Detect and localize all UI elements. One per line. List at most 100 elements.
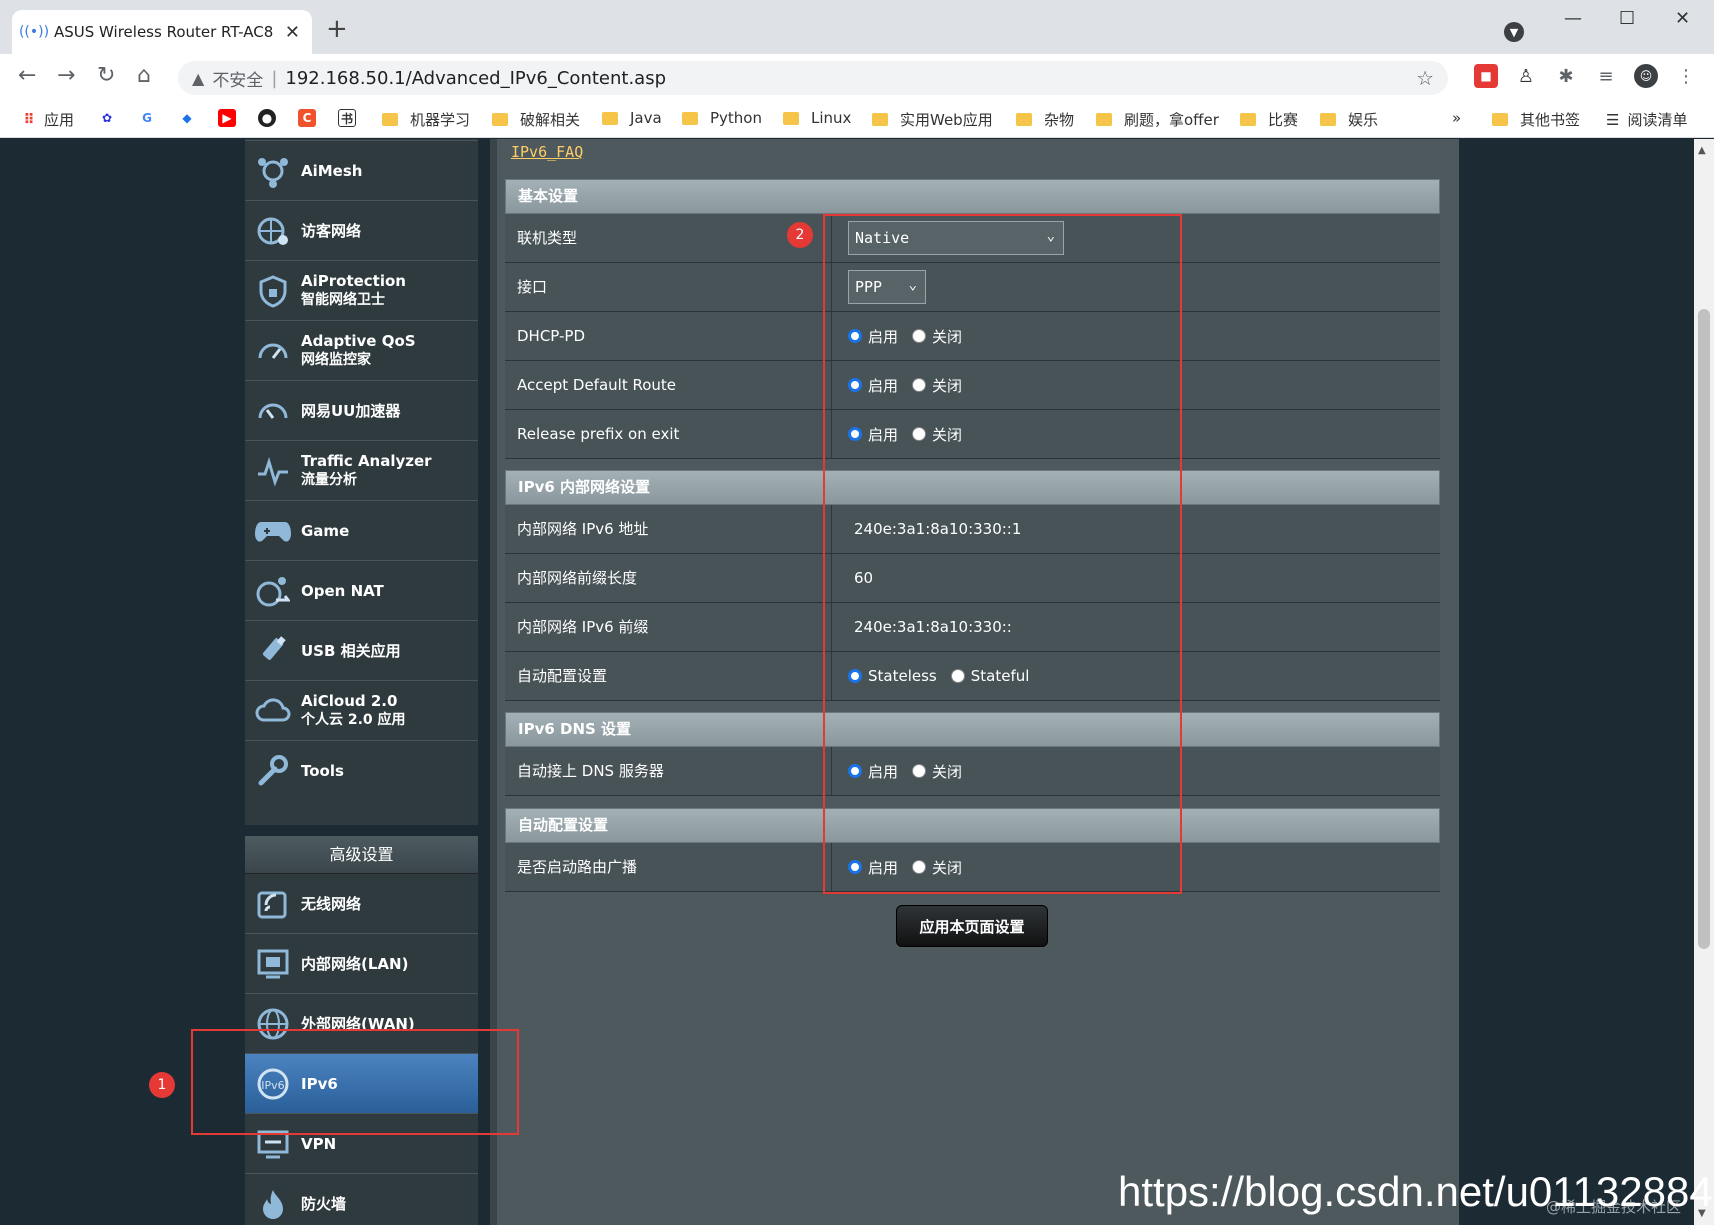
- shield-icon: [253, 271, 293, 311]
- annotation-badge-1: 1: [149, 1072, 175, 1098]
- google-icon[interactable]: G: [138, 109, 162, 127]
- menu-item-aiprotection[interactable]: AiProtection 智能网络卫士: [245, 261, 478, 321]
- youtube-icon[interactable]: ▶: [218, 109, 242, 127]
- more-bookmarks-chevron-icon[interactable]: »: [1452, 109, 1461, 127]
- field-label: Release prefix on exit: [505, 410, 832, 458]
- annotation-box-2: [823, 214, 1182, 894]
- address-bar[interactable]: ▲ 不安全 | 192.168.50.1/Advanced_IPv6_Conte…: [178, 61, 1448, 95]
- folder-icon: [492, 113, 508, 126]
- menu-item-traffic-analyzer[interactable]: Traffic Analyzer 流量分析: [245, 441, 478, 501]
- apply-settings-button[interactable]: 应用本页面设置: [896, 905, 1048, 947]
- folder-icon: [682, 111, 698, 125]
- graduation-cap-icon[interactable]: ◆: [178, 109, 202, 127]
- menu-item-lan[interactable]: 内部网络(LAN): [245, 934, 478, 994]
- bookmark-apps[interactable]: ⠿ 应用: [20, 109, 74, 130]
- tab-strip: ((•)) ASUS Wireless Router RT-AC8 ✕ + ▼ …: [0, 0, 1714, 54]
- advanced-settings-header: 高级设置: [245, 836, 478, 874]
- url-separator: |: [271, 67, 278, 89]
- menu-item-guest-network[interactable]: 访客网络: [245, 201, 478, 261]
- browser-tab[interactable]: ((•)) ASUS Wireless Router RT-AC8 ✕: [12, 10, 312, 54]
- bookmark-folder[interactable]: 比赛: [1240, 109, 1298, 130]
- watermark: https://blog.csdn.net/u011328843: [1118, 1168, 1714, 1215]
- minimize-icon[interactable]: —: [1564, 8, 1582, 29]
- ipv6-faq-link[interactable]: IPv6_FAQ: [511, 143, 583, 161]
- open-nat-icon: [253, 571, 293, 611]
- field-label: 内部网络前缀长度: [505, 554, 832, 602]
- field-label: 内部网络 IPv6 前缀: [505, 603, 832, 651]
- menu-item-usb[interactable]: USB 相关应用: [245, 621, 478, 681]
- firewall-icon: [253, 1184, 293, 1224]
- menu-item-uu-accelerator[interactable]: 网易UU加速器: [245, 381, 478, 441]
- bookmark-folder[interactable]: 破解相关: [492, 109, 580, 130]
- bookmark-folder[interactable]: Linux: [783, 109, 851, 127]
- warning-icon: ▲: [192, 68, 205, 88]
- maximize-icon[interactable]: ☐: [1619, 8, 1635, 29]
- field-label: 接口: [505, 263, 832, 311]
- folder-icon: [1016, 113, 1032, 126]
- field-label: Accept Default Route: [505, 361, 832, 409]
- menu-item-tools[interactable]: Tools: [245, 741, 478, 801]
- menu-item-aimesh[interactable]: AiMesh: [245, 141, 478, 201]
- c-icon[interactable]: C: [298, 109, 322, 127]
- field-label: 内部网络 IPv6 地址: [505, 505, 832, 553]
- extensions-puzzle-icon[interactable]: ✱: [1554, 64, 1578, 88]
- menu-item-wireless[interactable]: 无线网络: [245, 874, 478, 934]
- extension-red-icon[interactable]: ■: [1474, 64, 1498, 88]
- bookmark-folder[interactable]: 刷题，拿offer: [1096, 109, 1219, 130]
- menu-dots-icon[interactable]: ⋮: [1674, 64, 1698, 88]
- scroll-up-icon[interactable]: ▲: [1698, 145, 1706, 156]
- router-page: AiMesh 访客网络 AiProtection 智能网络卫士 Adaptive …: [0, 139, 1694, 1225]
- wireless-icon: [253, 884, 293, 924]
- bookmark-folder[interactable]: Java: [602, 109, 662, 127]
- general-menu: AiMesh 访客网络 AiProtection 智能网络卫士 Adaptive …: [245, 139, 478, 825]
- other-bookmarks[interactable]: 其他书签: [1492, 109, 1580, 130]
- bookmark-folder[interactable]: 实用Web应用: [872, 109, 993, 130]
- page-scrollbar[interactable]: ▲ ▼: [1694, 139, 1714, 1225]
- aimesh-icon: [253, 151, 293, 191]
- close-window-icon[interactable]: ✕: [1675, 8, 1690, 29]
- extension-penguin-icon[interactable]: ♙: [1514, 64, 1538, 88]
- back-icon[interactable]: ←: [18, 63, 36, 88]
- new-tab-icon[interactable]: +: [326, 14, 348, 44]
- media-control-icon[interactable]: ≡: [1594, 64, 1618, 88]
- speed-icon: [253, 391, 293, 431]
- profile-menu-icon[interactable]: ▼: [1504, 22, 1524, 42]
- field-label: DHCP-PD: [505, 312, 832, 360]
- annotation-box-1: [191, 1029, 519, 1135]
- baidu-icon[interactable]: ✿: [98, 109, 122, 127]
- folder-icon: [1240, 113, 1256, 126]
- menu-item-open-nat[interactable]: Open NAT: [245, 561, 478, 621]
- menu-item-game[interactable]: Game: [245, 501, 478, 561]
- github-icon[interactable]: ●: [258, 109, 282, 127]
- field-label: 联机类型: [505, 214, 832, 262]
- calligraphy-icon[interactable]: 书: [338, 109, 362, 127]
- bookmark-folder[interactable]: Python: [682, 109, 762, 127]
- forward-icon[interactable]: →: [57, 63, 75, 88]
- bookmark-star-icon[interactable]: ☆: [1416, 66, 1434, 90]
- avatar[interactable]: ☺: [1634, 64, 1658, 88]
- bookmarks-bar: ⠿ 应用 ✿ G ◆ ▶ ● C 书 机器学习 破解相关 Java Python…: [0, 100, 1714, 138]
- scroll-thumb[interactable]: [1698, 309, 1710, 949]
- url-text[interactable]: 192.168.50.1/Advanced_IPv6_Content.asp: [285, 68, 666, 89]
- reading-list[interactable]: ☰ 阅读清单: [1606, 109, 1687, 130]
- home-icon[interactable]: ⌂: [137, 63, 151, 88]
- reload-icon[interactable]: ↻: [97, 63, 115, 88]
- menu-item-adaptive-qos[interactable]: Adaptive QoS 网络监控家: [245, 321, 478, 381]
- folder-icon: [382, 113, 398, 126]
- reading-list-icon: ☰: [1606, 110, 1620, 129]
- field-label: 自动接上 DNS 服务器: [505, 747, 832, 795]
- folder-icon: [1320, 113, 1336, 126]
- wireless-favicon-icon: ((•)): [18, 24, 50, 40]
- folder-icon: [1492, 113, 1508, 126]
- wrench-icon: [253, 751, 293, 791]
- folder-icon: [602, 111, 618, 125]
- menu-item-firewall[interactable]: 防火墙: [245, 1174, 478, 1225]
- folder-icon: [1096, 113, 1112, 126]
- bookmark-folder[interactable]: 机器学习: [382, 109, 470, 130]
- bookmark-folder[interactable]: 娱乐: [1320, 109, 1378, 130]
- tab-title: ASUS Wireless Router RT-AC8: [54, 23, 274, 41]
- close-tab-icon[interactable]: ✕: [285, 22, 300, 43]
- cloud-icon: [253, 691, 293, 731]
- menu-item-aicloud[interactable]: AiCloud 2.0 个人云 2.0 应用: [245, 681, 478, 741]
- bookmark-folder[interactable]: 杂物: [1016, 109, 1074, 130]
